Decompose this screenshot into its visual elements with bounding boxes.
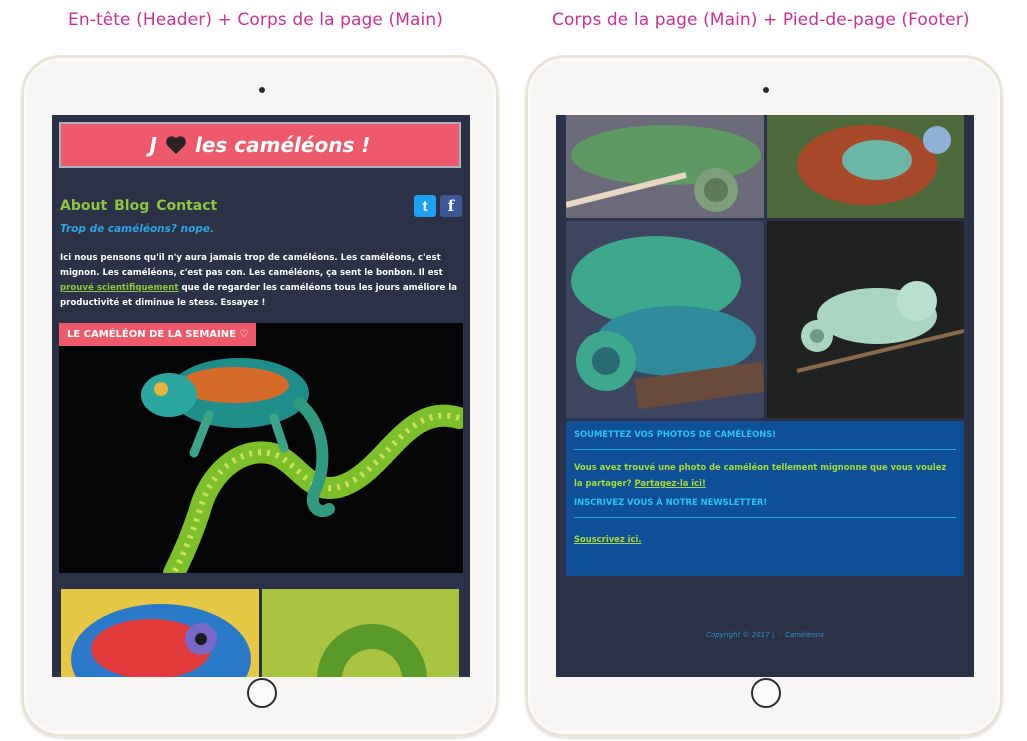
photo-tiles bbox=[61, 589, 459, 677]
nav-contact[interactable]: Contact bbox=[156, 198, 217, 214]
chameleon-photo bbox=[59, 323, 463, 573]
tagline: Trop de caméléons? nope. bbox=[60, 223, 214, 235]
intro-paragraph: Ici nous pensons qu'il n'y aura jamais t… bbox=[60, 251, 462, 311]
facebook-icon[interactable]: f bbox=[440, 195, 462, 217]
photo-tile bbox=[566, 221, 764, 418]
copyright-prefix: Copyright © 2017 | bbox=[706, 631, 775, 639]
divider bbox=[574, 449, 956, 450]
copyright: Copyright © 2017 | ♥ Caméléons bbox=[556, 631, 974, 639]
submit-text: Vous avez trouvé une photo de caméléon t… bbox=[574, 459, 956, 491]
photo-tile bbox=[261, 589, 459, 677]
banner-title-post: les caméléons ! bbox=[195, 133, 371, 157]
science-link[interactable]: prouvé scientifiquement bbox=[60, 283, 178, 293]
main-nav: About Blog Contact bbox=[60, 198, 217, 214]
tablet-left: J les caméléons ! About Blog Contact t f… bbox=[22, 56, 498, 736]
newsletter-title: INSCRIVEZ VOUS À NOTRE NEWSLETTER! bbox=[574, 497, 768, 507]
photo-grid bbox=[566, 115, 964, 418]
caption-left: En-tête (Header) + Corps de la page (Mai… bbox=[68, 10, 443, 30]
screen-right: SOUMETTEZ VOS PHOTOS DE CAMÉLÉONS! Vous … bbox=[556, 115, 974, 677]
home-button[interactable] bbox=[247, 678, 277, 708]
divider bbox=[574, 517, 956, 518]
intro-text-1: Ici nous pensons qu'il n'y aura jamais t… bbox=[60, 253, 443, 278]
banner-title-pre: J bbox=[149, 133, 157, 157]
copyright-site: Caméléons bbox=[784, 631, 824, 639]
nav-about[interactable]: About bbox=[60, 198, 107, 214]
caption-right: Corps de la page (Main) + Pied-de-page (… bbox=[552, 10, 970, 30]
home-button[interactable] bbox=[751, 678, 781, 708]
subscribe-link[interactable]: Souscrivez ici. bbox=[574, 534, 642, 544]
photo-tile bbox=[61, 589, 259, 677]
screen-left: J les caméléons ! About Blog Contact t f… bbox=[52, 115, 470, 677]
feature-badge: LE CAMÉLÉON DE LA SEMAINE ♡ bbox=[59, 323, 257, 346]
small-heart-icon: ♥ bbox=[776, 631, 783, 639]
featured-chameleon-image: LE CAMÉLÉON DE LA SEMAINE ♡ bbox=[59, 323, 463, 573]
camera-dot bbox=[259, 87, 265, 93]
photo-tile bbox=[767, 115, 964, 218]
heart-icon bbox=[166, 136, 186, 155]
nav-blog[interactable]: Blog bbox=[114, 198, 149, 214]
share-link[interactable]: Partagez-la ici! bbox=[634, 478, 705, 488]
submit-title: SOUMETTEZ VOS PHOTOS DE CAMÉLÉONS! bbox=[574, 429, 777, 439]
twitter-icon[interactable]: t bbox=[414, 195, 436, 217]
photo-tile bbox=[566, 115, 764, 218]
submit-text-body: Vous avez trouvé une photo de caméléon t… bbox=[574, 462, 947, 488]
site-banner: J les caméléons ! bbox=[59, 122, 461, 168]
tablet-right: SOUMETTEZ VOS PHOTOS DE CAMÉLÉONS! Vous … bbox=[526, 56, 1002, 736]
photo-tile bbox=[767, 221, 964, 418]
social-links: t f bbox=[414, 195, 462, 217]
submit-box: SOUMETTEZ VOS PHOTOS DE CAMÉLÉONS! Vous … bbox=[566, 421, 964, 576]
camera-dot bbox=[763, 87, 769, 93]
